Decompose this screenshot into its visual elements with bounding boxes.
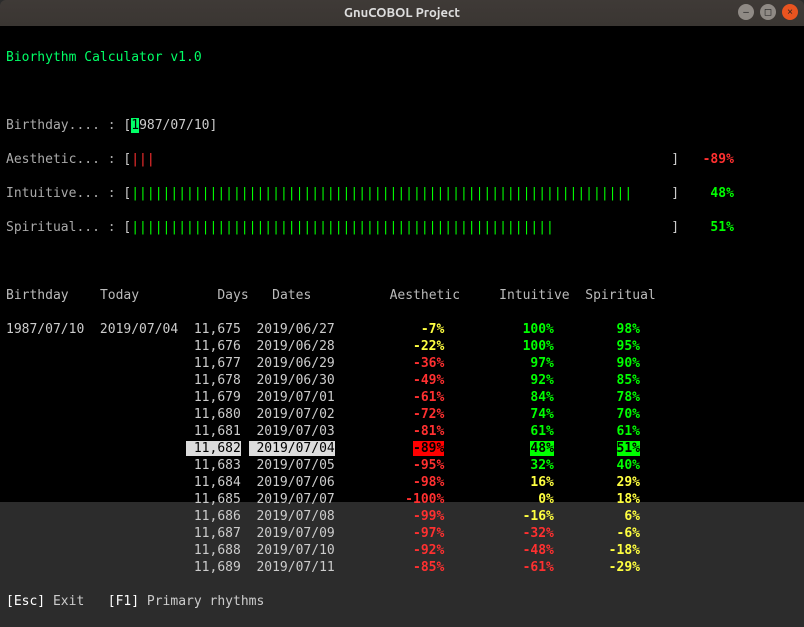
spiritual-pct: 51% bbox=[695, 220, 734, 235]
table-row: 11,683 2019/07/05 -95% 32% 40% bbox=[6, 457, 798, 474]
table-row: 11,679 2019/07/01 -61% 84% 78% bbox=[6, 389, 798, 406]
window-maximize-button[interactable]: ◻ bbox=[760, 4, 776, 20]
table-row: 11,682 2019/07/04 -89% 48% 51% bbox=[6, 440, 798, 457]
terminal-area: Biorhythm Calculator v1.0 Birthday.... :… bbox=[0, 26, 804, 502]
table-row: 11,686 2019/07/08 -99% -16% 6% bbox=[6, 508, 798, 525]
intuitive-label: Intuitive... : bbox=[6, 186, 116, 201]
spiritual-bar: ||||||||||||||||||||||||||||||||||||||||… bbox=[131, 220, 671, 235]
intuitive-bar: ||||||||||||||||||||||||||||||||||||||||… bbox=[131, 186, 671, 201]
table-row: 11,689 2019/07/11 -85% -61% -29% bbox=[6, 559, 798, 576]
table-row: 11,680 2019/07/02 -72% 74% 70% bbox=[6, 406, 798, 423]
table-row: 11,676 2019/06/28 -22% 100% 95% bbox=[6, 338, 798, 355]
col-dates: Dates bbox=[272, 288, 311, 303]
birthday-label: Birthday.... : bbox=[6, 118, 116, 133]
table-body: 1987/07/10 2019/07/04 11,675 2019/06/27 … bbox=[6, 321, 798, 576]
table-row: 11,687 2019/07/09 -97% -32% -6% bbox=[6, 525, 798, 542]
spiritual-label: Spiritual... : bbox=[6, 220, 116, 235]
table-row: 11,681 2019/07/03 -81% 61% 61% bbox=[6, 423, 798, 440]
aesthetic-bar: ||| bbox=[131, 152, 671, 167]
table-row: 11,677 2019/06/29 -36% 97% 90% bbox=[6, 355, 798, 372]
aesthetic-label: Aesthetic... : bbox=[6, 152, 116, 167]
col-intuitive: Intuitive bbox=[499, 288, 569, 303]
col-aesthetic: Aesthetic bbox=[390, 288, 460, 303]
table-row: 1987/07/10 2019/07/04 11,675 2019/06/27 … bbox=[6, 321, 798, 338]
birthday-input-rest[interactable]: 987/07/10 bbox=[139, 118, 209, 133]
col-birthday: Birthday bbox=[6, 288, 69, 303]
footer-esc-key[interactable]: [Esc] bbox=[6, 594, 45, 609]
aesthetic-pct: -89% bbox=[695, 152, 734, 167]
table-header-row: Birthday Today Days Dates Aesthetic Intu… bbox=[6, 287, 798, 304]
footer-f1-label: Primary rhythms bbox=[147, 594, 264, 609]
birthday-input-cursor[interactable]: 1 bbox=[131, 118, 139, 133]
window-title: GnuCOBOL Project bbox=[344, 6, 460, 20]
col-spiritual: Spiritual bbox=[585, 288, 655, 303]
intuitive-pct: 48% bbox=[695, 186, 734, 201]
window-titlebar: GnuCOBOL Project – ◻ × bbox=[0, 0, 804, 26]
table-row: 11,685 2019/07/07 -100% 0% 18% bbox=[6, 491, 798, 508]
table-row: 11,688 2019/07/10 -92% -48% -18% bbox=[6, 542, 798, 559]
window-minimize-button[interactable]: – bbox=[738, 4, 754, 20]
col-today: Today bbox=[100, 288, 139, 303]
footer-f1-key[interactable]: [F1] bbox=[108, 594, 139, 609]
table-row: 11,684 2019/07/06 -98% 16% 29% bbox=[6, 474, 798, 491]
table-row: 11,678 2019/06/30 -49% 92% 85% bbox=[6, 372, 798, 389]
app-title: Biorhythm Calculator v1.0 bbox=[6, 50, 202, 65]
col-days: Days bbox=[217, 288, 248, 303]
footer-esc-label: Exit bbox=[53, 594, 84, 609]
window-close-button[interactable]: × bbox=[782, 4, 798, 20]
